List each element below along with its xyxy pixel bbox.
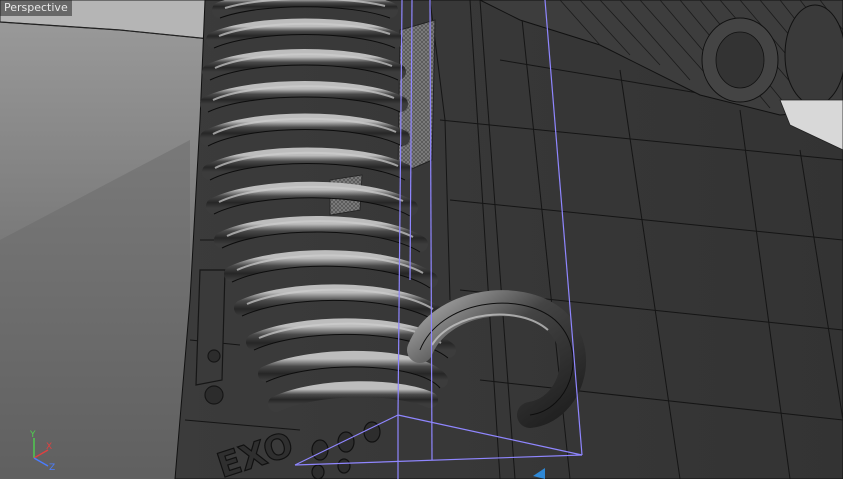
scene-render[interactable]: EXO — [0, 0, 843, 479]
z-axis-label: Z — [49, 463, 55, 472]
view-name-label[interactable]: Perspective — [0, 0, 72, 16]
y-axis-label: Y — [29, 430, 36, 440]
x-axis-label: X — [46, 442, 52, 452]
z-axis-line — [33, 457, 49, 467]
3d-viewport[interactable]: EXO Perspective Y X Z — [0, 0, 843, 479]
axis-gizmo: Y X Z — [29, 430, 55, 472]
